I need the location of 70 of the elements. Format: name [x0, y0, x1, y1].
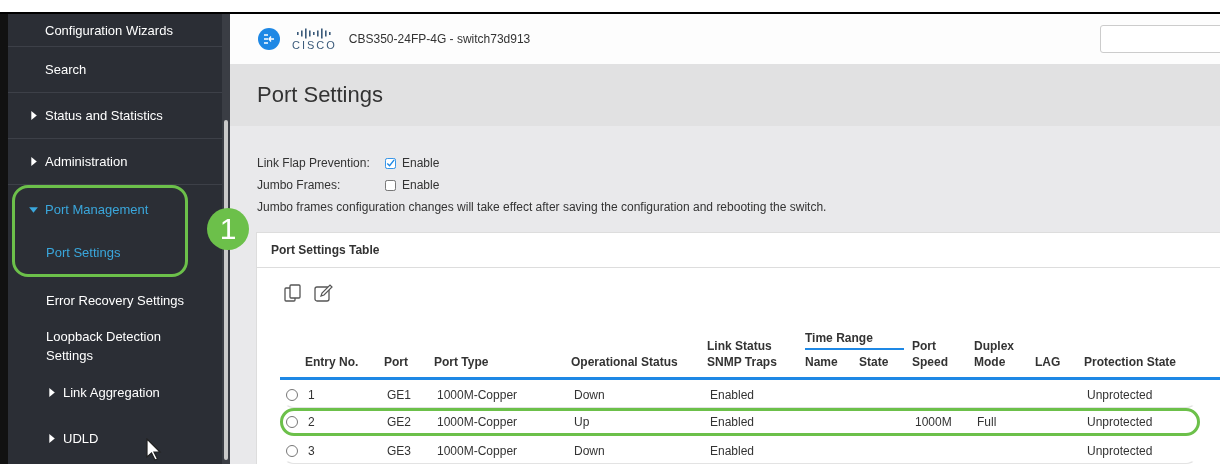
sidebar-item[interactable]: Loopback Detection Settings	[46, 327, 206, 365]
sidebar-item[interactable]: Configuration Wizards	[45, 20, 173, 40]
table-cell-text: GE3	[387, 444, 412, 458]
search-field[interactable]	[1100, 25, 1220, 54]
column-header: Protection State	[1084, 354, 1177, 370]
caret-right-icon[interactable]	[46, 432, 57, 444]
sidebar-item[interactable]: Port Settings	[46, 243, 121, 262]
setting-label: Link Flap Prevention:	[257, 156, 371, 171]
radio-button[interactable]	[286, 416, 298, 428]
cursor-icon	[146, 438, 162, 462]
column-header: Port Type	[434, 354, 490, 370]
checkbox-label: Enable	[402, 156, 440, 171]
sidebar-item[interactable]: Error Recovery Settings	[46, 290, 184, 310]
checkbox[interactable]	[385, 180, 396, 191]
page-title: Port Settings	[257, 82, 383, 109]
column-header: Entry No.	[305, 354, 360, 370]
table-cell-text: Enabled	[710, 388, 756, 402]
column-header: Port	[384, 354, 409, 370]
table-cell-text: 1000M	[915, 415, 953, 429]
table-cell-text: Unprotected	[1087, 444, 1154, 458]
column-header: Operational Status	[571, 354, 679, 370]
caret-right-icon[interactable]	[46, 386, 57, 398]
column-header: Name	[805, 354, 839, 370]
table-cell-text: GE1	[387, 388, 412, 402]
table-cell-text: Full	[977, 415, 998, 429]
table-cell-text: 1000M-Copper	[437, 415, 519, 429]
sidebar-item[interactable]: Status and Statistics	[45, 106, 163, 125]
copy-icon[interactable]	[284, 284, 302, 302]
table-cell-text: Up	[574, 415, 591, 429]
logo-bars-icon	[296, 27, 333, 39]
caret-right-icon[interactable]	[28, 156, 39, 167]
table-cell-text: Unprotected	[1087, 415, 1154, 429]
sidebar-item[interactable]: Port Management	[45, 200, 149, 219]
caret-down-icon[interactable]	[28, 204, 39, 215]
table-cell-text: 1	[308, 388, 316, 402]
table-row[interactable]: 1 GE1 1000M-Copper Down Enabled Unprotected	[280, 380, 1200, 408]
column-header: State	[859, 354, 890, 370]
table-cell-text: Down	[574, 444, 606, 458]
column-header: LAG	[1035, 354, 1062, 370]
table-cell-text: Enabled	[710, 444, 756, 458]
setting-label: Jumbo Frames:	[257, 178, 342, 193]
card-title: Port Settings Table	[271, 243, 380, 257]
edit-icon[interactable]	[314, 284, 334, 302]
caret-right-icon[interactable]	[28, 110, 39, 121]
sidebar-item[interactable]: UDLD	[63, 428, 99, 448]
checkbox-label: Enable	[402, 178, 440, 193]
table-cell-text: Down	[574, 388, 606, 402]
column-group-header: Time Range	[805, 330, 904, 350]
logo-text: CISCO	[292, 38, 337, 51]
table-cell-text: 3	[308, 444, 316, 458]
table-cell-text: 1000M-Copper	[437, 444, 519, 458]
menu-toggle-icon[interactable]	[258, 28, 280, 51]
column-header: Link Status SNMP Traps	[707, 338, 778, 370]
radio-button[interactable]	[286, 445, 298, 457]
checkbox[interactable]	[385, 158, 396, 169]
info-note: Jumbo frames configuration changes will take effect after saving the configuration and rebooting the switch.	[257, 200, 828, 215]
sidebar-item[interactable]: Link Aggregation	[63, 382, 160, 402]
table-cell-text: Unprotected	[1087, 388, 1154, 402]
sidebar-item[interactable]: Administration	[45, 152, 128, 171]
sidebar-item[interactable]: Search	[45, 60, 87, 79]
column-header: Port Speed	[912, 338, 949, 370]
table-cell-text: 2	[308, 415, 316, 429]
table-cell-text: GE2	[387, 415, 412, 429]
table-row[interactable]: 3 GE3 1000M-Copper Down Enabled Unprotected	[280, 436, 1200, 464]
radio-button[interactable]	[286, 389, 298, 401]
table-cell-text: Enabled	[710, 415, 756, 429]
table-cell-text: 1000M-Copper	[437, 388, 519, 402]
highlighted-row[interactable]: 2 GE2 1000M-Copper Up Enabled 1000M Full Unprotected	[280, 408, 1200, 436]
device-name: CBS350-24FP-4G - switch73d913	[348, 32, 531, 47]
column-header: Duplex Mode	[974, 338, 1015, 370]
